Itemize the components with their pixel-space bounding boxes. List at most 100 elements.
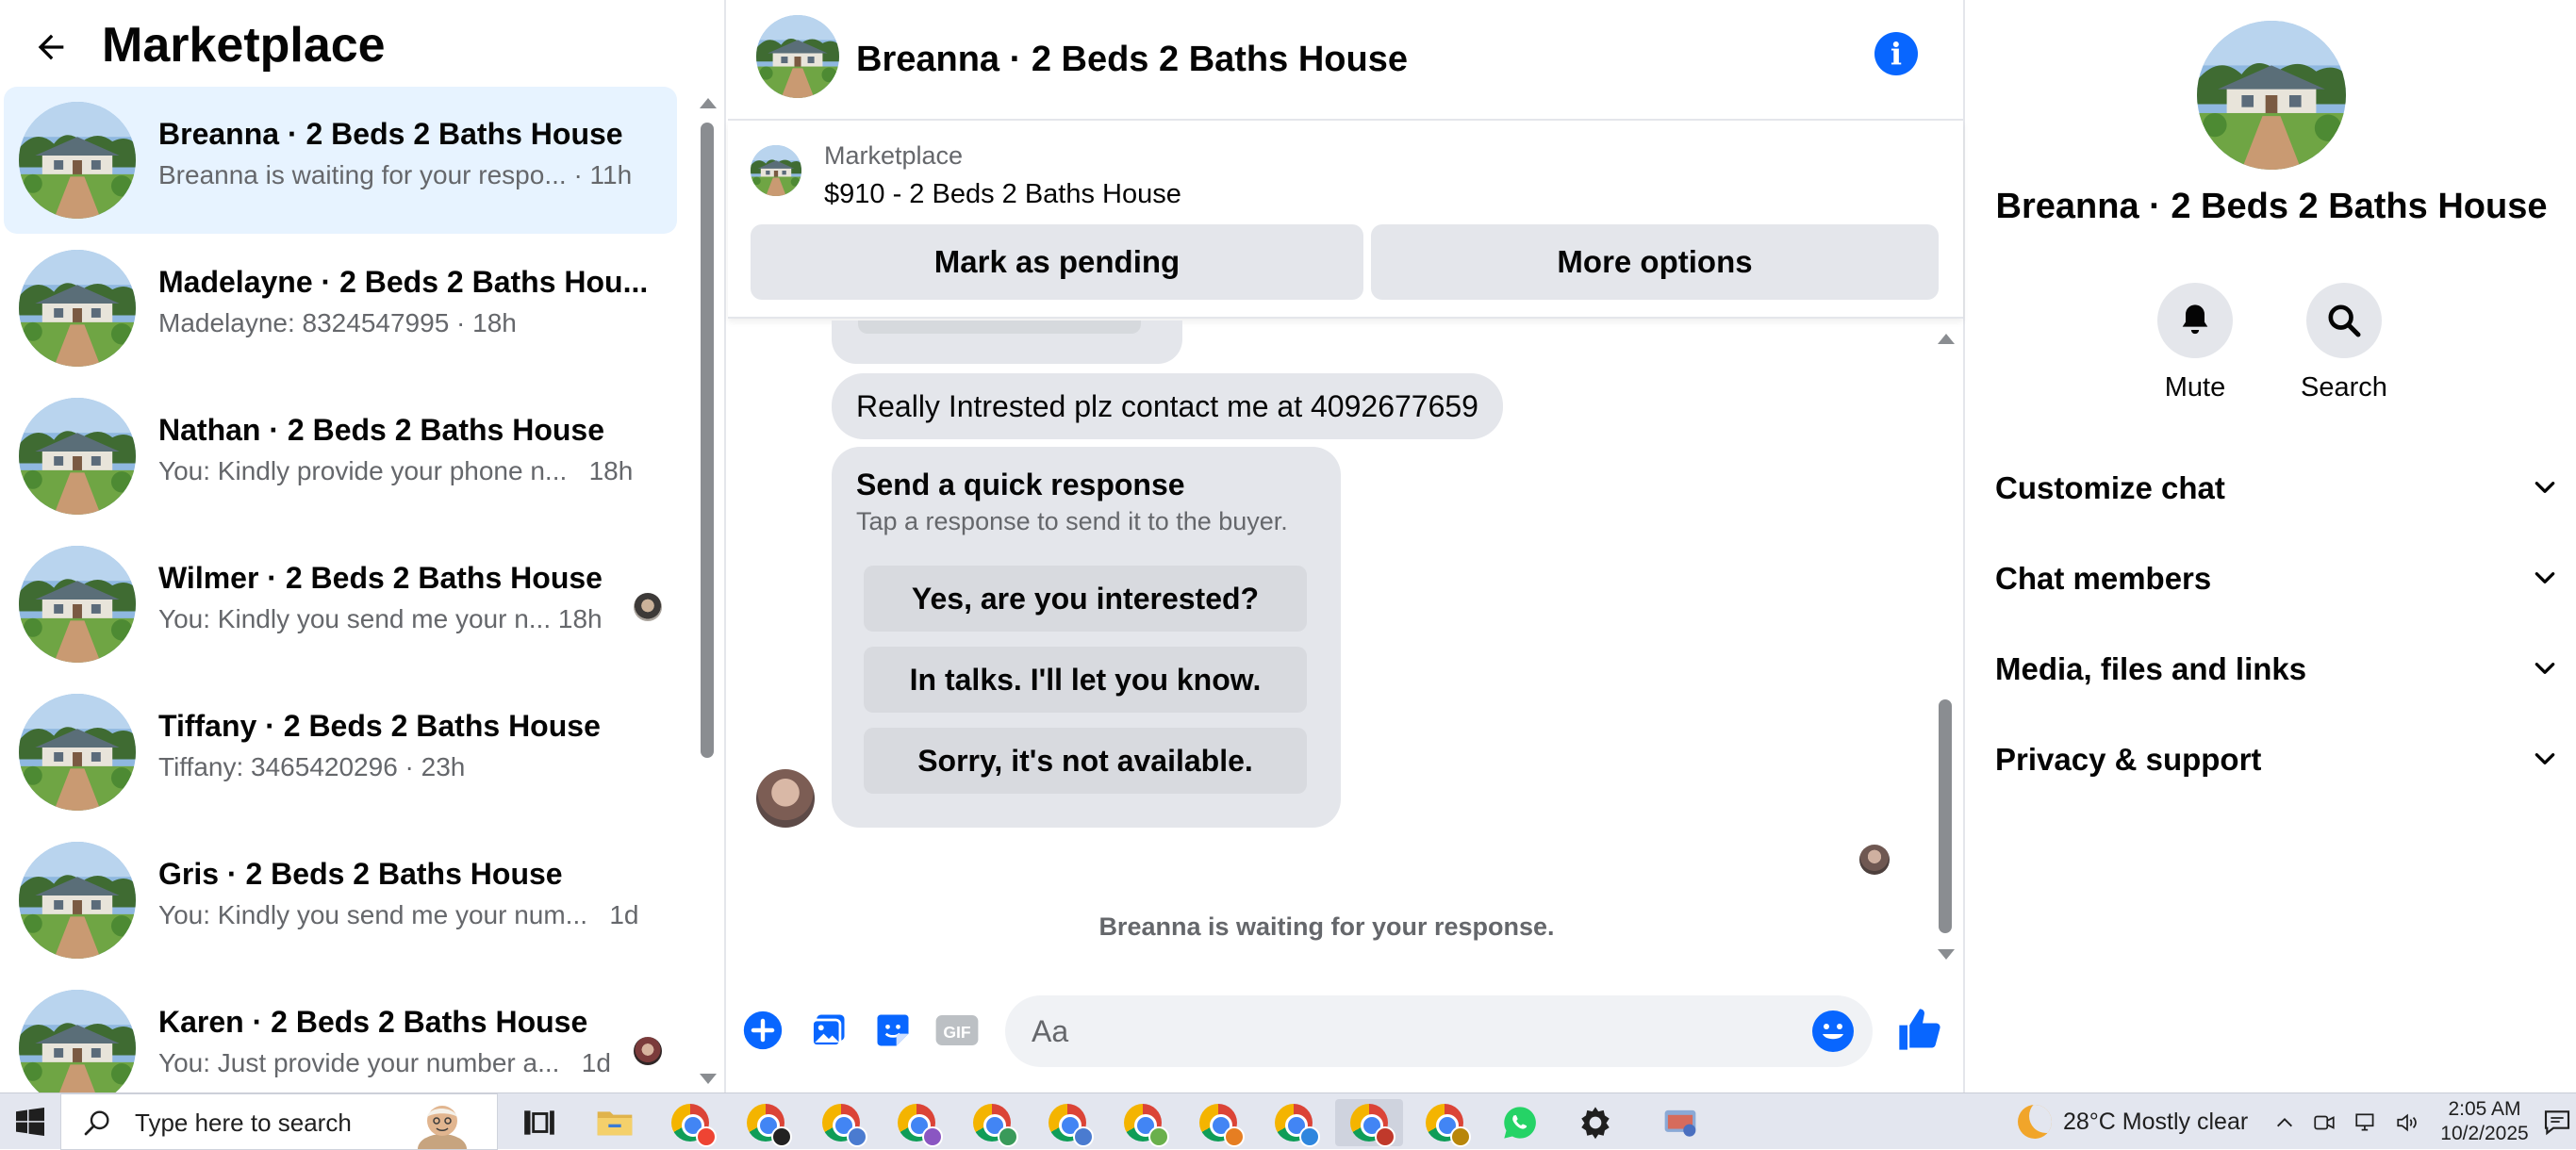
mute-button[interactable]: Mute xyxy=(2129,283,2261,403)
settings-icon[interactable] xyxy=(1561,1099,1629,1146)
scroll-down-arrow-icon[interactable] xyxy=(1938,949,1955,960)
weather-widget[interactable]: 28°C Mostly clear xyxy=(2018,1101,2248,1142)
chrome-icon[interactable] xyxy=(732,1099,800,1147)
emoji-icon[interactable] xyxy=(1810,1009,1856,1054)
read-receipt-avatar xyxy=(1859,845,1890,875)
search-conversation-button[interactable]: Search xyxy=(2278,283,2410,403)
conversation-item-madelayne[interactable]: Madelayne · 2 Beds 2 Baths Hou... Madela… xyxy=(4,235,677,382)
conversation-item-nathan[interactable]: Nathan · 2 Beds 2 Baths House You: Kindl… xyxy=(4,383,677,530)
photo-icon[interactable] xyxy=(805,1007,852,1054)
quick-response-card: Send a quick response Tap a response to … xyxy=(832,447,1341,828)
chrome-icon[interactable] xyxy=(1260,1099,1328,1147)
mark-as-pending-button[interactable]: Mark as pending xyxy=(751,224,1363,300)
windows-start-icon[interactable] xyxy=(0,1093,60,1150)
listing-thumbnail xyxy=(19,694,136,811)
conversation-item-wilmer[interactable]: Wilmer · 2 Beds 2 Baths House You: Kindl… xyxy=(4,531,677,678)
conversation-list: Breanna · 2 Beds 2 Baths House Breanna i… xyxy=(0,87,683,1092)
marketplace-sidebar: Marketplace Breanna · 2 Beds 2 Baths Hou… xyxy=(0,0,726,1092)
media-files-links-section[interactable]: Media, files and links xyxy=(1995,639,2561,696)
section-title: Privacy & support xyxy=(1995,742,2262,777)
sidebar-scrollbar[interactable] xyxy=(694,90,720,1090)
conversation-item-gris[interactable]: Gris · 2 Beds 2 Baths House You: Kindly … xyxy=(4,827,677,974)
info-icon[interactable]: i xyxy=(1874,32,1918,75)
conversation-title: Breanna · 2 Beds 2 Baths House xyxy=(158,117,623,151)
volume-icon[interactable] xyxy=(2395,1110,2419,1135)
chat-members-section[interactable]: Chat members xyxy=(1995,549,2561,605)
seen-by-avatar xyxy=(634,593,662,621)
more-options-button[interactable]: More options xyxy=(1371,224,1939,300)
scroll-down-arrow-icon[interactable] xyxy=(700,1074,717,1084)
conversation-snippet: You: Kindly provide your phone n... 18h xyxy=(158,456,634,485)
conversation-snippet: You: Kindly you send me your n... 18h xyxy=(158,604,603,633)
conversation-item-karen[interactable]: Karen · 2 Beds 2 Baths House You: Just p… xyxy=(4,975,677,1092)
message-input[interactable] xyxy=(1032,1005,1786,1058)
thumbs-up-icon[interactable] xyxy=(1893,1003,1946,1056)
scroll-up-arrow-icon[interactable] xyxy=(1938,334,1955,344)
listing-thumbnail[interactable] xyxy=(751,145,801,196)
listing-banner: Marketplace $910 - 2 Beds 2 Baths House … xyxy=(728,121,1963,319)
listing-thumbnail xyxy=(19,546,136,663)
quick-response-in-talks-button[interactable]: In talks. I'll let you know. xyxy=(864,647,1307,713)
message-input-wrapper xyxy=(1005,995,1873,1067)
waiting-status: Breanna is waiting for your response. xyxy=(1098,912,1555,941)
chat-header: Breanna · 2 Beds 2 Baths House i xyxy=(728,0,1963,121)
mute-label: Mute xyxy=(2164,372,2226,402)
svg-text:GIF: GIF xyxy=(943,1023,971,1042)
chrome-icon[interactable] xyxy=(656,1099,724,1147)
remote-desktop-icon[interactable] xyxy=(1646,1099,1714,1146)
chevron-down-icon xyxy=(2535,572,2555,583)
search-highlight-illustration xyxy=(418,1106,467,1149)
scrollbar-thumb[interactable] xyxy=(701,123,714,758)
taskbar-search-box[interactable]: Type here to search xyxy=(60,1093,498,1150)
whatsapp-icon[interactable] xyxy=(1486,1099,1554,1146)
chrome-icon[interactable] xyxy=(1109,1099,1177,1147)
chrome-icon[interactable] xyxy=(883,1099,950,1147)
conversation-item-breanna[interactable]: Breanna · 2 Beds 2 Baths House Breanna i… xyxy=(4,87,677,234)
sidebar-header: Marketplace xyxy=(0,0,726,90)
chrome-icon[interactable] xyxy=(807,1099,875,1147)
chat-title[interactable]: Breanna · 2 Beds 2 Baths House xyxy=(856,38,1408,81)
back-arrow-icon[interactable] xyxy=(23,19,79,75)
customize-chat-section[interactable]: Customize chat xyxy=(1995,458,2561,515)
conversation-time: 18h xyxy=(557,604,603,633)
sender-avatar[interactable] xyxy=(756,769,815,828)
chrome-icon[interactable] xyxy=(1033,1099,1101,1147)
details-avatar[interactable] xyxy=(2197,21,2346,170)
add-circle-icon[interactable] xyxy=(739,1007,786,1054)
section-title: Media, files and links xyxy=(1995,651,2307,686)
quick-response-subtitle: Tap a response to send it to the buyer. xyxy=(856,507,1288,535)
message-scrollbar[interactable] xyxy=(1933,324,1959,963)
taskbar-clock[interactable]: 2:05 AM 10/2/2025 xyxy=(2433,1097,2536,1146)
conversation-title: Gris · 2 Beds 2 Baths House xyxy=(158,857,563,891)
task-view-icon[interactable] xyxy=(505,1099,573,1146)
quick-response-interested-button[interactable]: Yes, are you interested? xyxy=(864,566,1307,632)
sticker-icon[interactable] xyxy=(869,1007,916,1054)
network-icon[interactable] xyxy=(2353,1110,2378,1135)
meet-now-icon[interactable] xyxy=(2312,1110,2337,1135)
incoming-message: Really Intrested plz contact me at 40926… xyxy=(832,373,1503,439)
file-explorer-icon[interactable] xyxy=(581,1099,649,1146)
listing-thumbnail xyxy=(19,842,136,959)
system-tray xyxy=(2274,1107,2419,1139)
chrome-icon[interactable] xyxy=(1335,1099,1403,1147)
conversation-title: Tiffany · 2 Beds 2 Baths House xyxy=(158,709,601,743)
scroll-up-arrow-icon[interactable] xyxy=(700,98,717,108)
gif-icon[interactable]: GIF xyxy=(933,1007,981,1054)
chat-avatar[interactable] xyxy=(756,15,839,98)
conversation-time: 18h xyxy=(588,456,634,485)
chrome-icon[interactable] xyxy=(1184,1099,1252,1147)
chevron-down-icon xyxy=(2535,753,2555,764)
conversation-title: Wilmer · 2 Beds 2 Baths House xyxy=(158,561,603,595)
conversation-snippet: You: Kindly you send me your num... 1d xyxy=(158,900,639,929)
weather-text: 28°C Mostly clear xyxy=(2063,1108,2249,1135)
quick-response-not-available-button[interactable]: Sorry, it's not available. xyxy=(864,728,1307,794)
conversation-title: Madelayne · 2 Beds 2 Baths Hou... xyxy=(158,265,649,299)
conversation-item-tiffany[interactable]: Tiffany · 2 Beds 2 Baths House Tiffany: … xyxy=(4,679,677,826)
listing-price-title[interactable]: $910 - 2 Beds 2 Baths House xyxy=(824,177,1181,211)
notifications-icon[interactable] xyxy=(2542,1107,2572,1137)
scrollbar-thumb[interactable] xyxy=(1939,699,1952,933)
chrome-icon[interactable] xyxy=(958,1099,1026,1147)
privacy-support-section[interactable]: Privacy & support xyxy=(1995,730,2561,786)
chrome-icon[interactable] xyxy=(1411,1099,1478,1147)
chevron-up-icon[interactable] xyxy=(2274,1112,2295,1133)
